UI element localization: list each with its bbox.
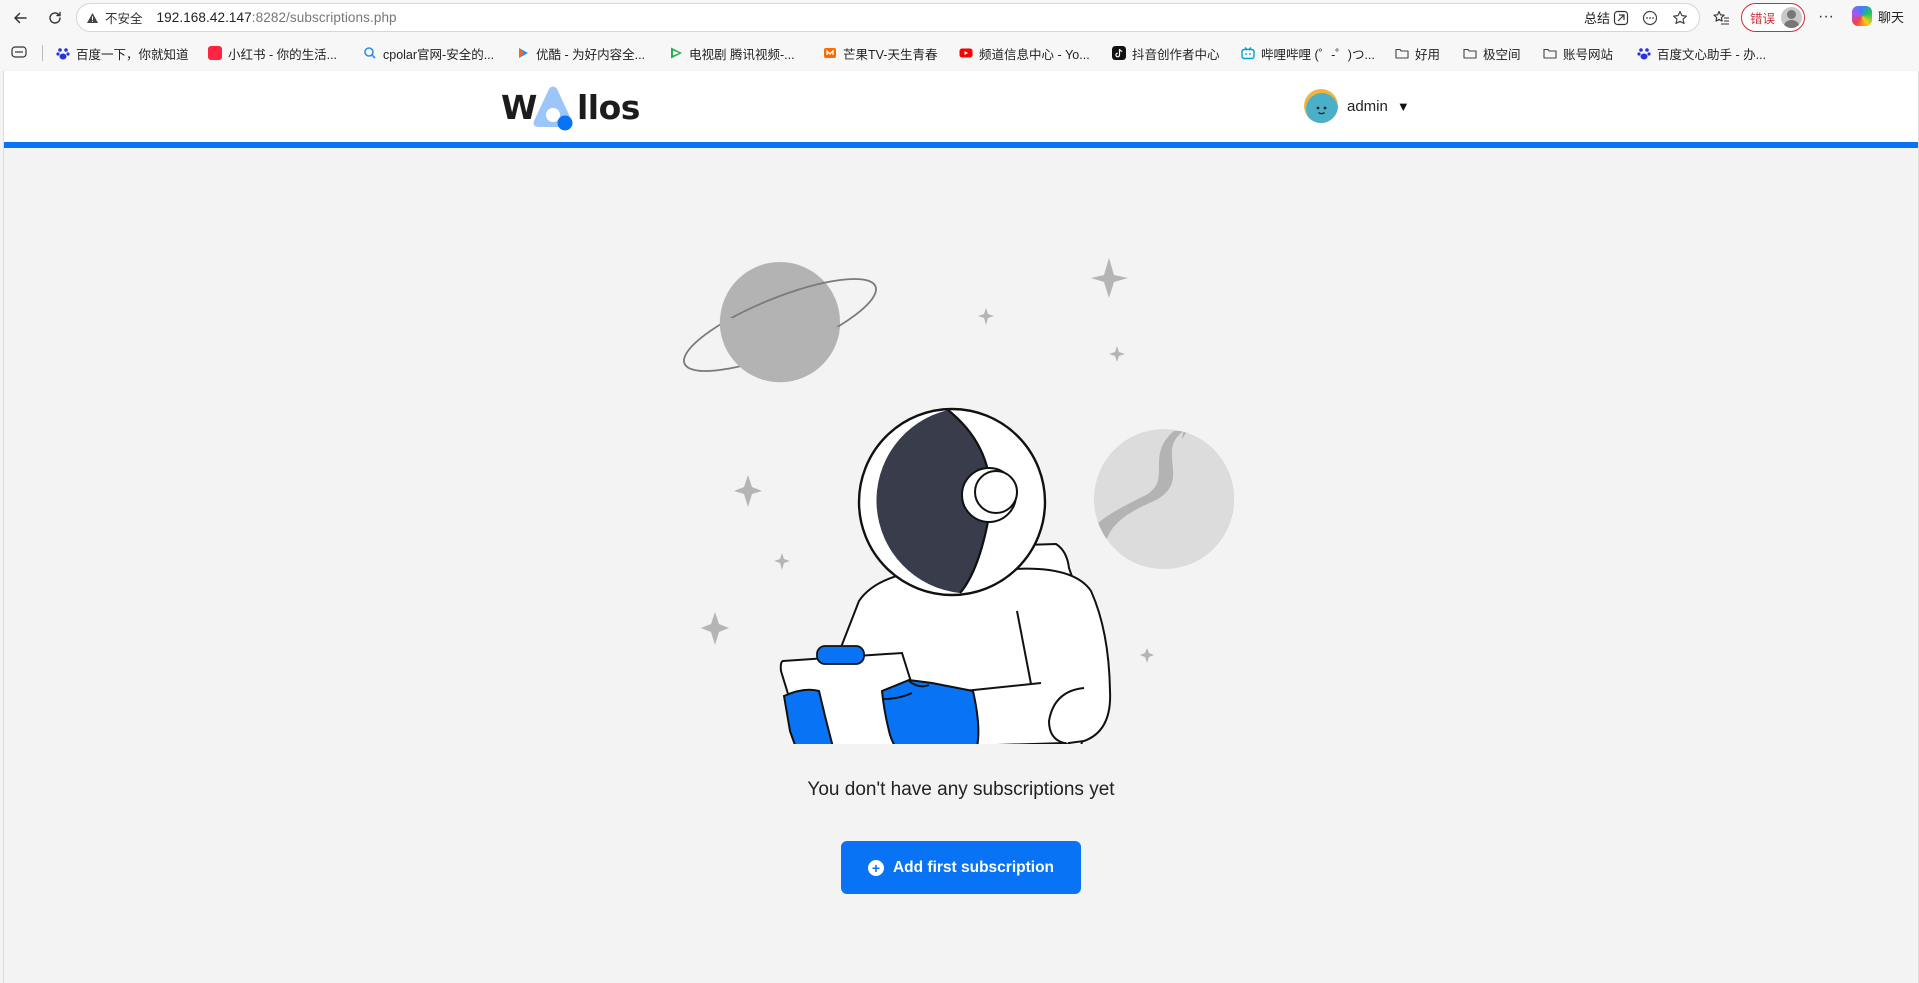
bookmark-folder[interactable]: 好用: [1395, 44, 1440, 62]
security-indicator[interactable]: 不安全: [86, 8, 143, 27]
add-button-label: Add first subscription: [892, 858, 1055, 876]
bookmarks-bar: 百度一下，你就知道 小红书 - 你的生活... cpolar官网-安全的... …: [0, 36, 1919, 70]
youku-icon: [519, 48, 528, 58]
copilot-icon: [1852, 6, 1872, 26]
logo-mark-icon: [533, 86, 573, 131]
favorites-list-icon: [1712, 10, 1729, 25]
header-accent-bar: [4, 142, 1918, 148]
error-label: 错误: [1750, 12, 1776, 26]
reading-mode-button[interactable]: [1639, 7, 1661, 29]
tab-actions-icon[interactable]: [11, 45, 27, 59]
bookmark-item[interactable]: 百度文心助手 - 办...: [1637, 44, 1766, 62]
address-bar-actions: 总结: [1584, 4, 1699, 31]
more-menu-button[interactable]: ···: [1814, 6, 1838, 30]
bookmark-label: 优酷 - 为好内容全...: [536, 47, 646, 62]
plus-circle-icon: +: [867, 859, 884, 876]
bookmark-label: 小红书 - 你的生活...: [228, 47, 338, 62]
bookmark-item[interactable]: 哔哩哔哩 (゜-゜)つ...: [1241, 44, 1375, 62]
bookmark-item[interactable]: cpolar官网-安全的...: [363, 44, 494, 62]
bookmark-folder[interactable]: 账号网站: [1543, 44, 1613, 62]
dropdown-caret-icon: ▼: [1396, 98, 1410, 114]
bookmarks-separator: [42, 45, 43, 61]
chat-label: 聊天: [1878, 9, 1905, 25]
bookmark-item[interactable]: 频道信息中心 - Yo...: [959, 44, 1090, 62]
mangotv-icon: [824, 48, 836, 58]
baidu-icon: [1637, 48, 1651, 60]
bookmark-label: cpolar官网-安全的...: [383, 47, 495, 62]
baidu-icon: [56, 48, 70, 60]
astronaut-illustration: [683, 258, 1234, 744]
bookmark-label: 百度文心助手 - 办...: [1657, 47, 1767, 62]
folder-icon: [1543, 48, 1557, 59]
reload-button[interactable]: [43, 6, 67, 30]
url-path: :8282/subscriptions.php: [251, 10, 397, 25]
star-icon: [1673, 10, 1687, 24]
bookmark-label: 频道信息中心 - Yo...: [979, 47, 1090, 62]
cpolar-icon: [364, 47, 376, 59]
bookmark-label: 哔哩哔哩 (゜-゜)つ...: [1261, 47, 1375, 62]
reading-mode-icon: [1642, 10, 1658, 25]
user-menu[interactable]: admin ▼: [1304, 89, 1410, 123]
address-bar[interactable]: 不安全 192.168.42.147:8282/subscriptions.ph…: [76, 3, 1700, 32]
reload-icon: [49, 11, 61, 24]
ringed-planet-icon: [683, 262, 877, 383]
back-arrow-icon: [14, 12, 27, 24]
douyin-icon: [1112, 46, 1126, 60]
avatar-face-icon: [1306, 93, 1338, 123]
summary-button[interactable]: 总结: [1584, 8, 1629, 27]
tencent-video-icon: [671, 47, 682, 59]
favorites-button[interactable]: [1710, 7, 1732, 29]
logo-text: llos: [577, 88, 640, 127]
url-host: 192.168.42.147: [156, 10, 252, 25]
bilibili-icon: [1241, 47, 1255, 60]
bookmark-item[interactable]: 百度一下，你就知道: [56, 44, 189, 62]
summary-icon: [1613, 10, 1629, 25]
app-header: W llos admin ▼: [4, 71, 1918, 142]
warning-icon: [87, 12, 98, 23]
bookmark-label: 电视剧 腾讯视频-...: [689, 47, 795, 62]
youtube-icon: [959, 48, 973, 58]
profile-error-button[interactable]: 错误: [1741, 3, 1805, 32]
xiaohongshu-icon: [208, 46, 222, 60]
wallos-logo[interactable]: W llos: [501, 83, 640, 131]
bookmark-label: 抖音创作者中心: [1132, 47, 1220, 62]
folder-icon: [1463, 48, 1477, 59]
bookmark-label: 极空间: [1483, 47, 1521, 62]
bookmark-item[interactable]: 抖音创作者中心: [1112, 44, 1220, 62]
user-avatar: [1304, 89, 1338, 123]
bookmark-label: 账号网站: [1563, 47, 1614, 62]
favorite-star-button[interactable]: [1669, 7, 1691, 29]
swirl-planet-icon: [1094, 429, 1234, 569]
bookmark-item[interactable]: 芒果TV-天生青春: [823, 44, 937, 62]
web-page: W llos admin ▼ You don't have any subscr…: [3, 71, 1919, 983]
bookmark-label: 好用: [1415, 47, 1441, 62]
bookmark-label: 芒果TV-天生青春: [843, 47, 938, 62]
profile-avatar-icon: [1781, 7, 1803, 28]
empty-state-message: You don't have any subscriptions yet: [807, 779, 1115, 800]
bookmark-folder[interactable]: 极空间: [1463, 44, 1521, 62]
bookmark-item[interactable]: 优酷 - 为好内容全...: [516, 44, 645, 62]
add-first-subscription-button[interactable]: + Add first subscription: [841, 841, 1081, 894]
copilot-chat-button[interactable]: 聊天: [1852, 6, 1904, 26]
folder-icon: [1395, 48, 1409, 59]
browser-toolbar: 不安全 192.168.42.147:8282/subscriptions.ph…: [0, 0, 1919, 36]
user-name: admin: [1347, 97, 1388, 115]
back-button[interactable]: [8, 6, 32, 30]
summary-label: 总结: [1583, 11, 1610, 26]
bookmark-item[interactable]: 小红书 - 你的生活...: [208, 44, 337, 62]
bookmark-item[interactable]: 电视剧 腾讯视频-...: [669, 44, 795, 62]
bookmark-label: 百度一下，你就知道: [76, 47, 189, 62]
url-text: 192.168.42.147:8282/subscriptions.php: [157, 10, 397, 25]
security-label: 不安全: [105, 12, 143, 26]
